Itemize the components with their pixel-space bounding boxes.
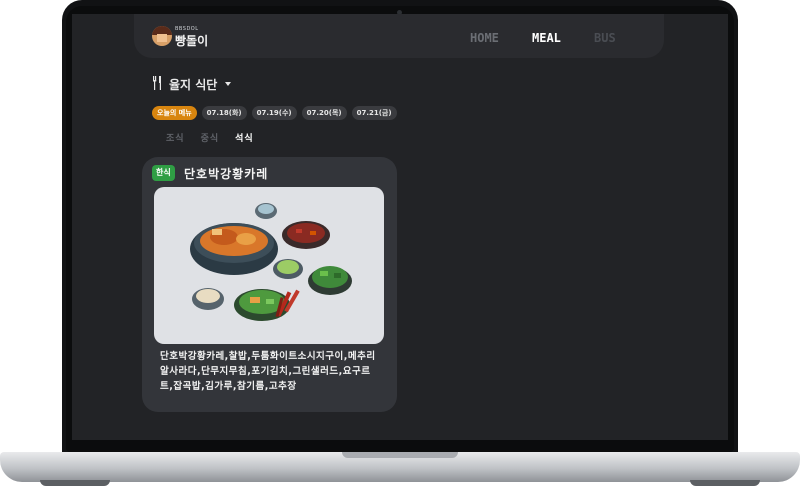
logo-title[interactable]: 빵돌이 <box>175 32 208 49</box>
meal-tabs: 조식 중식 석식 <box>166 131 254 144</box>
top-nav: BBSDOL 빵돌이 HOME MEAL BUS <box>134 14 664 58</box>
chip-date[interactable]: 07.19(수) <box>251 106 297 120</box>
laptop-foot <box>40 480 110 486</box>
nav-home-link[interactable]: HOME <box>470 31 499 45</box>
food-illustration <box>154 187 384 344</box>
logo-avatar-icon[interactable] <box>152 26 172 46</box>
chip-today[interactable]: 오늘의 메뉴 <box>152 106 197 120</box>
dining-hall-selector[interactable]: 율지 식단 <box>169 76 217 93</box>
laptop-foot <box>690 480 760 486</box>
tab-dinner[interactable]: 석식 <box>235 131 254 144</box>
laptop-notch <box>342 452 458 458</box>
app-screen: BBSDOL 빵돌이 HOME MEAL BUS 율지 식단 오늘의 메뉴 07… <box>72 14 728 440</box>
nav-bus-link[interactable]: BUS <box>594 31 616 45</box>
tab-lunch[interactable]: 중식 <box>201 131 220 144</box>
chevron-down-icon[interactable] <box>225 82 231 86</box>
food-image <box>190 203 352 321</box>
tab-breakfast[interactable]: 조식 <box>166 131 185 144</box>
menu-title: 단호박강황카레 <box>184 167 269 181</box>
chip-date[interactable]: 07.20(목) <box>301 106 347 120</box>
menu-items-text: 단호박강황카레,찰밥,두툼화이트소시지구이,메추리알사라다,단무지무침,포기김치… <box>160 351 376 392</box>
fork-knife-icon <box>153 76 161 90</box>
menu-card: 한식 단호박강황카레 단호박강황카레,찰밥,두툼화이트소시지구이,메추리알사라다… <box>142 157 397 412</box>
chip-date[interactable]: 07.21(금) <box>351 106 397 120</box>
nav-meal-link[interactable]: MEAL <box>532 31 561 45</box>
chip-date[interactable]: 07.18(화) <box>201 106 247 120</box>
category-badge: 한식 <box>152 165 175 181</box>
date-chips: 오늘의 메뉴 07.18(화) 07.19(수) 07.20(목) 07.21(… <box>152 106 397 120</box>
